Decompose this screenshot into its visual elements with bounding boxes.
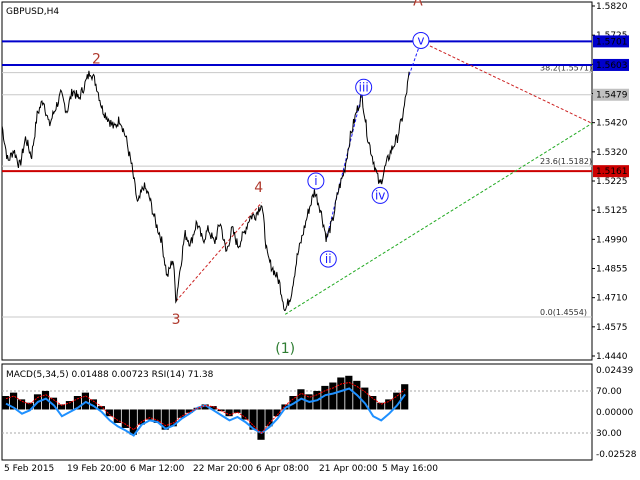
price-axis-label: 1.5320	[596, 148, 628, 158]
macd-bar	[105, 409, 113, 417]
wave-label: 3	[172, 312, 181, 328]
macd-bar	[17, 399, 26, 410]
price-axis-label: 1.4855	[596, 265, 628, 275]
level-price-label: 1.5161	[596, 167, 628, 177]
indicator-axis-label: 70.00	[596, 387, 622, 397]
price-axis-label: 1.5420	[596, 119, 628, 129]
indicator-title: MACD(5,34,5) 0.01488 0.00723 RSI(14) 71.…	[6, 370, 214, 380]
fib-level-label: 0.0(1.4554)	[540, 308, 587, 317]
wave-label: v	[417, 33, 424, 47]
macd-bar	[257, 409, 265, 440]
time-axis-label: 19 Feb 20:00	[67, 464, 126, 474]
chart-canvas: GBPUSD,H4 MACD(5,34,5) 0.01488 0.00723 R…	[0, 0, 640, 480]
macd-bar	[345, 375, 353, 410]
wave-label: iv	[375, 188, 385, 202]
time-axis-label: 5 May 16:00	[382, 464, 438, 474]
fib-level-label: 23.6(1.5182)	[540, 157, 592, 166]
macd-bar	[233, 409, 241, 413]
macd-bar	[337, 377, 345, 410]
macd-bar	[2, 396, 10, 410]
time-axis-label: 6 Mar 12:00	[130, 464, 185, 474]
price-axis-label: 1.4440	[596, 352, 628, 362]
time-axis-label: 5 Feb 2015	[4, 464, 54, 474]
indicator-axis-label: 30.00	[596, 429, 622, 439]
level-price-label: 1.5701	[596, 37, 628, 47]
macd-bar	[377, 402, 385, 410]
wave-label: iii	[359, 80, 369, 94]
time-axis-label: 22 Mar 20:00	[193, 464, 253, 474]
level-price-label: 1.5479	[596, 91, 628, 101]
wave-label: ii	[325, 252, 332, 266]
macd-bar	[385, 399, 393, 410]
price-axis-label: 1.5225	[596, 177, 628, 187]
price-axis-label: 1.5125	[596, 206, 628, 216]
level-price-label: 1.5603	[596, 61, 628, 71]
price-axis-label: 1.4575	[596, 323, 628, 333]
indicator-axis-label: 0.02439	[596, 366, 633, 376]
wave-label: A	[413, 0, 423, 10]
price-axis-label: 1.4710	[596, 294, 628, 304]
wave-label: i	[314, 174, 317, 188]
wave-label: (1)	[275, 341, 295, 357]
price-axis-label: 1.4990	[596, 235, 628, 245]
indicator-axis-label: 0.00000	[596, 408, 633, 418]
time-axis-label: 21 Apr 00:00	[319, 464, 378, 474]
time-axis-label: 6 Apr 08:00	[256, 464, 309, 474]
price-axis-label: 1.5820	[596, 2, 628, 12]
indicator-axis-label: -0.02528	[596, 450, 637, 460]
wave-label: 4	[254, 180, 263, 196]
macd-bar	[241, 409, 249, 420]
wave-label: 2	[92, 51, 101, 67]
chart-title: GBPUSD,H4	[6, 7, 59, 17]
